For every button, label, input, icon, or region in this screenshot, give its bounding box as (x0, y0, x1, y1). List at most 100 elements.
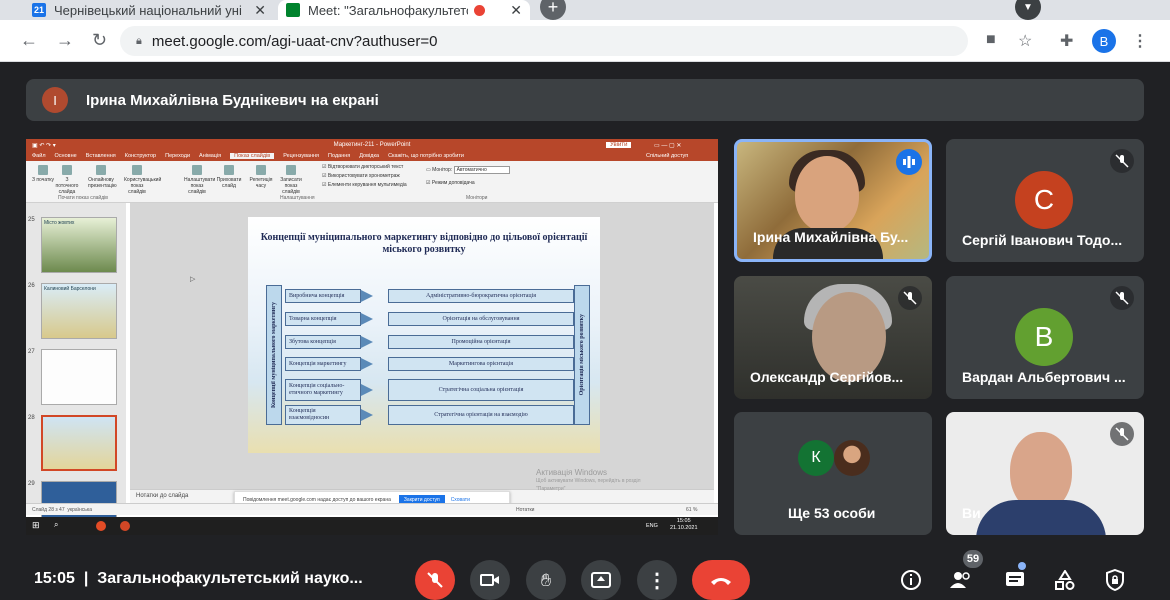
present-screen-button[interactable] (581, 560, 621, 600)
custom-show-button[interactable]: Користувацький показ слайдів (124, 165, 161, 195)
slide-thumbnail[interactable]: Калиновий Барселони (41, 283, 117, 339)
self-view-tile[interactable]: Ви (946, 412, 1144, 535)
camera-icon[interactable]: ■ (986, 31, 996, 49)
share-button[interactable]: Спільний доступ (646, 153, 688, 159)
current-slide[interactable]: Концепції муніципального маркетингу відп… (248, 217, 600, 453)
status-bar: Слайд 28 з 47 українська Нотатки 61 % (26, 503, 718, 515)
ribbon-tab[interactable]: Рецензування (283, 153, 319, 159)
ribbon-tab[interactable]: Конструктор (125, 153, 156, 159)
window-controls[interactable]: ▭ — ▢ ✕ (654, 142, 681, 149)
hide-slide-button[interactable]: Приховати слайд (216, 165, 242, 189)
orientation-box: Орієнтація на обслуговування (388, 312, 574, 326)
participant-name: Сергій Іванович Тодо... (962, 232, 1123, 248)
participant-tile[interactable]: В Вардан Альбертович ... (946, 276, 1144, 399)
back-icon[interactable]: ← (20, 30, 38, 51)
hand-icon: ✋︎ (540, 569, 552, 590)
toggle-camera-button[interactable] (470, 560, 510, 600)
participant-tile[interactable]: С Сергій Іванович Тодо... (946, 139, 1144, 262)
more-participants-tile[interactable]: К Ще 53 особи (734, 412, 932, 535)
concept-box: Концепція маркетингу (285, 357, 361, 371)
monitor-select[interactable]: ▭ Монітор: Автоматично (426, 166, 510, 174)
browser-tab-meet[interactable]: Meet: "Загальнофакультетсь ✕ (278, 0, 530, 20)
checkbox-timings[interactable]: ☑ Використовувати хронометраж (322, 173, 400, 179)
ribbon-tab[interactable]: Файл (32, 153, 46, 159)
checkbox-presenter-view[interactable]: ☑ Режим доповідача (426, 180, 475, 186)
slide-title: Концепції муніципального маркетингу відп… (260, 232, 588, 255)
concept-box: Концепція соціально-етичного маркетингу (285, 379, 361, 401)
browser-toolbar: ← → ↻ 🔒︎ meet.google.com/agi-uaat-cnv?au… (0, 20, 1170, 62)
profile-avatar[interactable]: B (1092, 29, 1116, 53)
toggle-mic-button[interactable] (415, 560, 455, 600)
ribbon-tab[interactable]: Подання (328, 153, 350, 159)
quick-access-icons[interactable]: ▣ ↶ ↷ ▾ (32, 142, 56, 149)
slide-thumbnail-selected[interactable] (41, 415, 117, 471)
slide-number: 29 (28, 481, 35, 487)
raise-hand-button[interactable]: ✋︎ (526, 560, 566, 600)
concept-box: Товарна концепція (285, 312, 361, 326)
hang-up-icon (711, 578, 731, 585)
reload-icon[interactable]: ↻ (92, 30, 107, 51)
address-bar[interactable]: 🔒︎ meet.google.com/agi-uaat-cnv?authuser… (120, 26, 968, 56)
speaking-indicator-icon (896, 149, 922, 175)
tab-label: Чернівецький національний уні (54, 2, 242, 18)
slide-thumbnail[interactable] (41, 349, 117, 405)
menu-icon[interactable]: ⋮ (1132, 31, 1148, 51)
ribbon-tab[interactable]: Вставлення (86, 153, 116, 159)
ribbon-tab[interactable]: Довідка (359, 153, 379, 159)
browser-tab-university[interactable]: 21 Чернівецький національний уні ✕ (24, 0, 274, 20)
mic-off-icon (1110, 286, 1134, 310)
close-tab-icon[interactable]: ✕ (510, 2, 522, 19)
tab-search-icon[interactable]: ▼ (1015, 0, 1041, 20)
ribbon-tab[interactable]: Переходи (165, 153, 190, 159)
search-icon[interactable]: ⌕ (54, 520, 58, 530)
participant-count-badge: 59 (963, 550, 983, 568)
meeting-details-button[interactable] (896, 565, 926, 595)
leave-call-button[interactable] (692, 560, 750, 600)
meeting-info: 15:05 | Загальнофакультетський науко... (34, 570, 363, 587)
bookmark-star-icon[interactable]: ☆ (1018, 31, 1032, 51)
mic-off-icon (1110, 422, 1134, 446)
extensions-icon[interactable]: ✚ (1060, 31, 1073, 51)
powerpoint-title-bar: ▣ ↶ ↷ ▾ Маркетинг-211 - PowerPoint Увійт… (26, 139, 718, 151)
windows-start-icon[interactable]: ⊞ (32, 520, 40, 531)
taskbar-clock: 15:05 21.10.2021 (670, 518, 698, 531)
sign-in-button[interactable]: Увійти (606, 142, 632, 148)
participant-name: Олександр Сергійов... (750, 369, 904, 385)
right-vertical-box: Орієнтація міського розвитку (574, 285, 590, 425)
participant-tile-speaker[interactable]: Ірина Михайлівна Бу... (734, 139, 932, 262)
ribbon-tab-active[interactable]: Показ слайдів (230, 153, 275, 159)
more-options-button[interactable]: ⋮ (637, 560, 677, 600)
powerpoint-taskbar-icon[interactable] (120, 521, 130, 531)
window-title: Маркетинг-211 - PowerPoint (333, 142, 411, 148)
from-beginning-button[interactable]: З початку (30, 165, 56, 183)
rehearse-button[interactable]: Репетиція часу (248, 165, 274, 189)
orientation-box: Адміністративно-бюрократична орієнтація (388, 289, 574, 303)
setup-show-button[interactable]: Налаштувати показ слайдів (184, 165, 215, 195)
from-current-button[interactable]: З поточного слайда (54, 165, 80, 195)
ribbon-tab[interactable]: Основне (55, 153, 77, 159)
participants-button[interactable] (946, 565, 976, 595)
meeting-controls-bar: 15:05 | Загальнофакультетський науко... … (0, 540, 1170, 600)
concept-box: Виробнича концепція (285, 289, 361, 303)
chrome-taskbar-icon[interactable] (96, 521, 106, 531)
close-tab-icon[interactable]: ✕ (254, 2, 266, 19)
slide-thumbnail[interactable]: Місто жовтих (41, 217, 117, 273)
ribbon: З початку З поточного слайда Онлайнову п… (26, 161, 718, 203)
orientation-box: Стратегічна орієнтація на взаємодію (388, 405, 574, 425)
record-show-button[interactable]: Записати показ слайдів (278, 165, 304, 195)
activities-button[interactable] (1050, 565, 1080, 595)
tell-me-search[interactable]: Скажіть, що потрібно зробити (388, 153, 464, 159)
checkbox-media-controls[interactable]: ☑ Елементи керування мультимедіа (322, 182, 407, 188)
ribbon-tab[interactable]: Анімація (199, 153, 221, 159)
participant-tile[interactable]: Олександр Сергійов... (734, 276, 932, 399)
forward-icon[interactable]: → (56, 30, 74, 51)
chat-button[interactable] (1000, 565, 1030, 595)
online-present-button[interactable]: Онлайнову презентацію (88, 165, 117, 189)
camera-icon (480, 574, 499, 586)
more-vert-icon: ⋮ (647, 569, 667, 592)
mic-off-icon (427, 572, 443, 588)
arrow-shape (361, 358, 387, 370)
host-controls-button[interactable] (1100, 565, 1130, 595)
new-tab-button[interactable]: + (540, 0, 566, 20)
checkbox-narration[interactable]: ☑ Відтворювати дикторський текст (322, 164, 403, 170)
